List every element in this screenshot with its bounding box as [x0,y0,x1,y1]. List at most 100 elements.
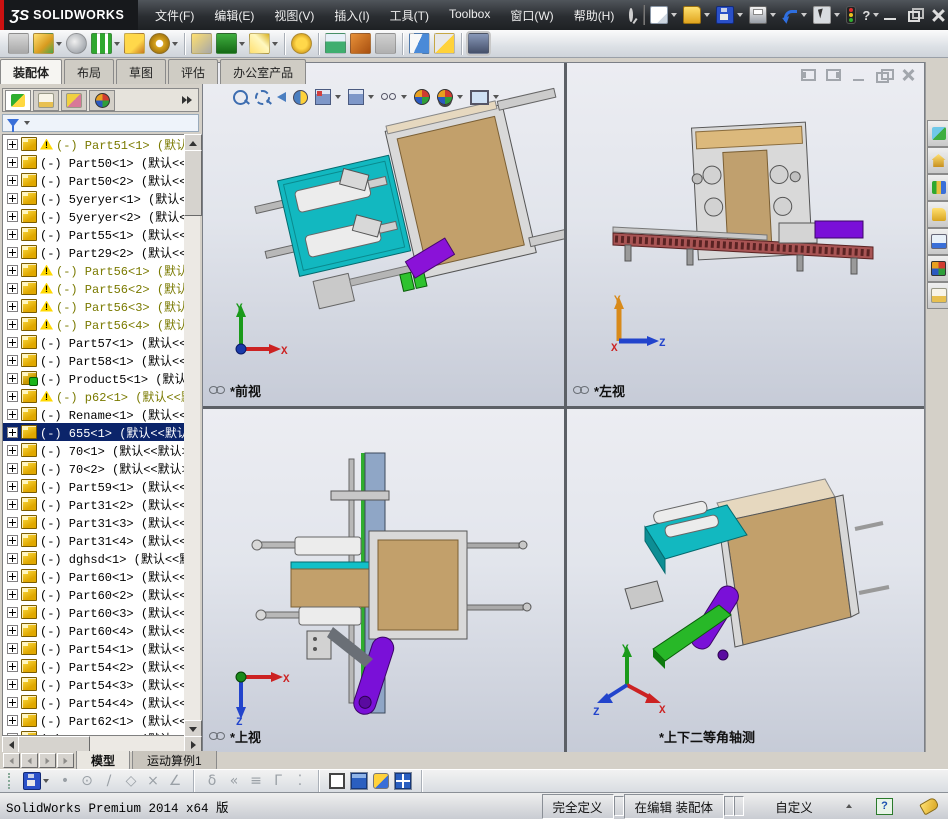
viewport-isometric[interactable]: Y X Z *上下二等角轴测 [567,409,924,752]
tree-item[interactable]: (-) Rename<1> (默认<<默 [3,405,184,423]
tree-item[interactable]: (-) Part60<1> (默认<<默 [3,567,184,585]
save-button-2[interactable] [21,771,51,791]
propertymanager-tab[interactable] [33,89,59,111]
assembly-features-button[interactable] [214,32,247,55]
expand-toggle-icon[interactable] [7,372,18,384]
expand-toggle-icon[interactable] [7,714,18,726]
expand-toggle-icon[interactable] [7,678,18,690]
displaymanager-tab[interactable] [89,89,115,111]
point-tool-icon[interactable]: • [57,773,73,789]
tree-item[interactable]: (-) Part60<2> (默认<<默 [3,585,184,603]
polygon-tool-icon[interactable]: ◇ [123,773,139,789]
expand-toggle-icon[interactable] [7,480,18,492]
doc-minimize-button[interactable] [851,69,866,81]
explode-line-sketch-button[interactable] [373,32,398,55]
expand-toggle-icon[interactable] [7,642,18,654]
hide-show-items-button[interactable] [381,93,407,101]
tree-item[interactable]: (-) Part54<4> (默认<<默 [3,693,184,711]
fillet-tool-icon[interactable]: δ [204,773,220,789]
tree-item[interactable]: (-) Part62<1> (默认<<默 [3,711,184,729]
offset-tool-icon[interactable]: ≡ [248,773,264,789]
exploded-view-button[interactable] [348,32,373,55]
shaded-display-button[interactable] [350,772,368,790]
tree-item[interactable]: (-) Part31<4> (默认<<默 [3,531,184,549]
filter-dropdown[interactable] [24,121,30,125]
expand-toggle-icon[interactable] [7,624,18,636]
minimize-button[interactable] [881,8,899,22]
circle-tool-icon[interactable]: ⊙ [79,773,95,789]
tab-assembly[interactable]: 装配体 [0,59,63,84]
four-view-button[interactable] [394,772,412,790]
tree-item[interactable]: (-) 70<2> (默认<<默认>_ [3,459,184,477]
viewport-horizontal-splitter[interactable] [203,406,924,409]
tree-item[interactable]: (-) p62<1> (默认<<默 [3,387,184,405]
measure-tool-button[interactable] [373,773,389,789]
tree-item[interactable]: (-) Part54<2> (默认<<默 [3,657,184,675]
expand-toggle-icon[interactable] [7,156,18,168]
expand-toggle-icon[interactable] [7,516,18,528]
tree-item[interactable]: (-) Part62<1> (默认<<默 [3,729,184,735]
edit-appearance-button[interactable] [414,89,430,105]
file-explorer-button[interactable] [927,201,948,228]
expand-toggle-icon[interactable] [7,174,18,186]
graphics-area[interactable]: Y X *前视 Y Z X *左视 X Z *上视 Y X Z *上下二等角轴测 [202,62,925,753]
menu-toolbox[interactable]: Toolbox [440,3,499,28]
save-button[interactable] [714,4,745,26]
bill-of-materials-button[interactable] [323,32,348,55]
home-button[interactable] [927,147,948,174]
new-motion-study-button[interactable] [289,32,314,55]
expand-toggle-icon[interactable] [7,696,18,708]
doc-restore-button[interactable] [876,69,894,83]
view-settings-button[interactable] [470,89,499,105]
linear-component-pattern-button[interactable] [89,32,122,55]
next-window-button[interactable] [826,69,841,81]
menu-help[interactable]: 帮助(H) [565,3,624,28]
reference-geometry-button[interactable] [247,32,280,55]
previous-window-button[interactable] [801,69,816,81]
show-hidden-components-button[interactable] [189,32,214,55]
tree-item[interactable]: (-) Part58<1> (默认<<默 [3,351,184,369]
tree-item[interactable]: (-) Part50<2> (默认<<默 [3,171,184,189]
viewport-top[interactable]: X Z *上视 [203,409,564,752]
tree-item[interactable]: (-) Part51<1> (默认< [3,135,184,153]
tree-vertical-scrollbar[interactable] [184,134,200,736]
open-document-button[interactable] [681,4,712,26]
expand-toggle-icon[interactable] [7,300,18,312]
tree-item[interactable]: (-) Part56<3> (默认< [3,297,184,315]
apply-scene-button[interactable] [437,89,463,105]
restore-button[interactable] [905,8,925,22]
new-document-button[interactable] [648,4,679,26]
expand-toggle-icon[interactable] [7,246,18,258]
prev-tab-button[interactable] [21,753,38,768]
points-tool-icon[interactable]: ⁚ [292,773,308,789]
tree-item[interactable]: (-) 655<1> (默认<<默认> [3,423,184,441]
filter-funnel-icon[interactable] [7,119,19,132]
large-assembly-mode-button[interactable] [432,32,457,55]
design-library-button[interactable] [927,174,948,201]
tree-item[interactable]: (-) Part55<1> (默认<<默 [3,225,184,243]
expand-toggle-icon[interactable] [7,534,18,546]
first-tab-button[interactable] [3,753,20,768]
section-view-button[interactable] [293,89,308,105]
expand-toggle-icon[interactable] [7,354,18,366]
tree-item[interactable]: (-) Product5<1> (默认<默 [3,369,184,387]
expand-toggle-icon[interactable] [7,192,18,204]
tree-item[interactable]: (-) Part50<1> (默认<<默 [3,153,184,171]
view-orientation-button[interactable] [315,89,341,105]
menu-view[interactable]: 视图(V) [265,3,323,28]
panel-expand-chevron[interactable] [182,96,192,104]
expand-toggle-icon[interactable] [7,390,18,402]
tree-item[interactable]: (-) 5yeryer<1> (默认<<默 [3,189,184,207]
doc-close-button[interactable] [901,69,916,81]
menu-file[interactable]: 文件(F) [146,3,203,28]
next-tab-button[interactable] [39,753,56,768]
tree-item[interactable]: (-) Part57<1> (默认<<默 [3,333,184,351]
units-dropdown-icon[interactable] [846,804,852,808]
expand-toggle-icon[interactable] [7,660,18,672]
zoom-to-fit-button[interactable] [233,89,248,105]
expand-toggle-icon[interactable] [7,336,18,348]
expand-toggle-icon[interactable] [7,264,18,276]
expand-toggle-icon[interactable] [7,228,18,240]
options-button[interactable] [844,4,858,26]
menu-tools[interactable]: 工具(T) [381,3,438,28]
